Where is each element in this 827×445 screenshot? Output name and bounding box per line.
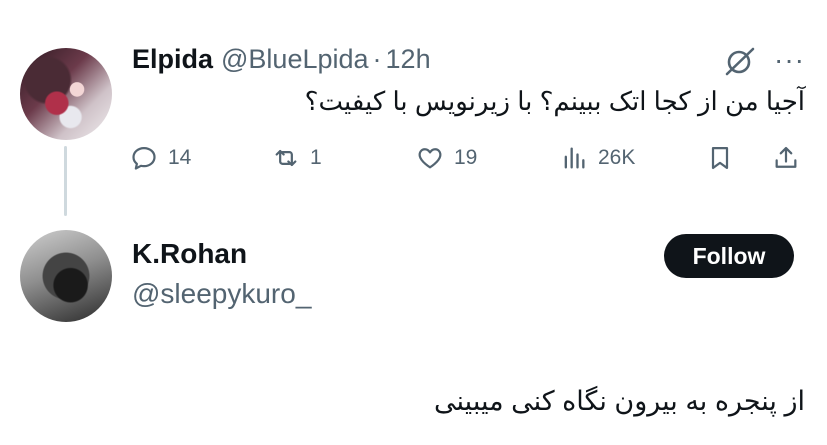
reply-icon	[132, 146, 156, 170]
share-button[interactable]	[772, 144, 810, 172]
avatar-elpida[interactable]	[20, 48, 112, 140]
reply-button[interactable]: 14	[130, 144, 191, 172]
repost-button[interactable]: 1	[272, 144, 322, 172]
parent-tweet-header: Elpida @BlueLpida · 12h	[132, 44, 431, 75]
header-separator: ·	[372, 44, 382, 74]
grok-icon[interactable]	[722, 46, 756, 76]
repost-icon	[275, 149, 297, 167]
views-button[interactable]: 26K	[560, 144, 635, 172]
more-icon[interactable]: ···	[774, 44, 805, 76]
reply-tweet-text: از پنجره به بیرون نگاه کنی میبینی	[434, 386, 805, 416]
like-icon	[418, 148, 442, 169]
like-button[interactable]: 19	[416, 144, 477, 172]
share-icon	[775, 146, 797, 168]
avatar-krohan[interactable]	[20, 230, 112, 322]
bookmark-icon	[711, 146, 729, 170]
thread-connector-line	[64, 146, 67, 216]
reply-display-name[interactable]: K.Rohan	[132, 238, 247, 270]
reply-handle[interactable]: @sleepykuro_	[132, 278, 311, 310]
repost-count: 1	[310, 146, 322, 169]
reply-count: 14	[168, 146, 192, 169]
like-count: 19	[454, 146, 478, 169]
bookmark-button[interactable]	[706, 144, 744, 172]
parent-timestamp[interactable]: 12h	[386, 44, 431, 74]
follow-button[interactable]: Follow	[664, 234, 794, 278]
parent-tweet-text: آجیا من از کجا اتک ببینم؟ با زیرنویس با …	[304, 86, 805, 116]
parent-handle[interactable]: @BlueLpida	[221, 44, 369, 74]
parent-display-name[interactable]: Elpida	[132, 44, 213, 74]
views-count: 26K	[598, 146, 636, 169]
views-icon	[564, 147, 585, 169]
